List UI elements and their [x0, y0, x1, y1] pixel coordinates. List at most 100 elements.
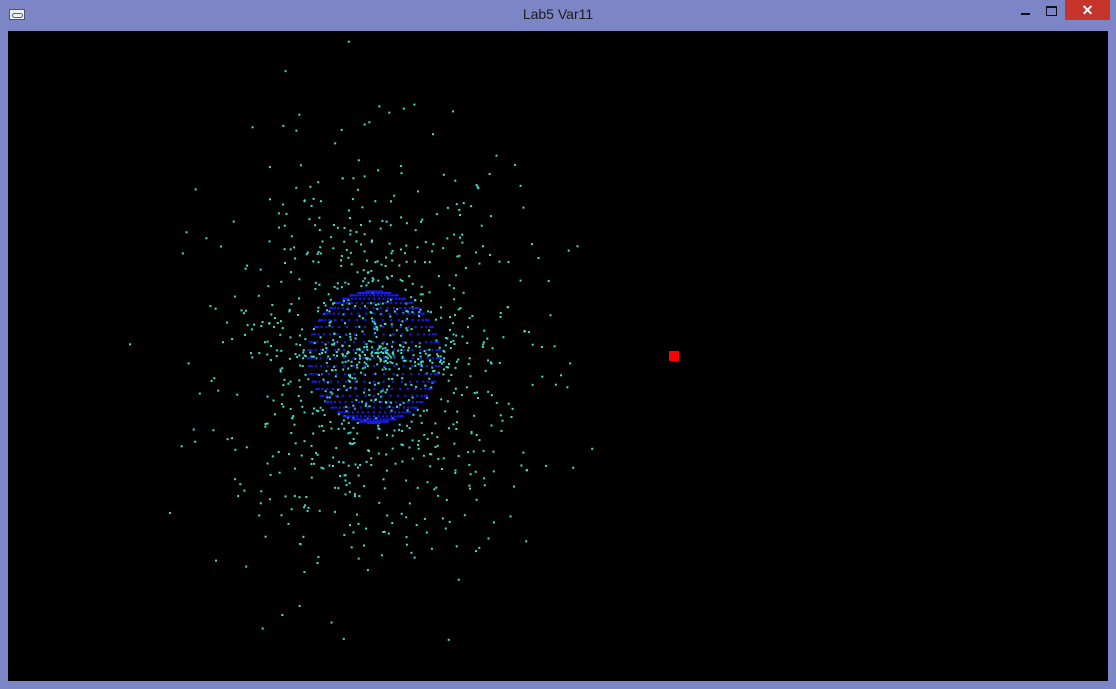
scatter-particle [455, 360, 458, 363]
scatter-particle [293, 246, 296, 249]
sphere-particle [385, 418, 388, 421]
sphere-particle [354, 380, 357, 383]
scatter-particle [475, 550, 477, 553]
sphere-particle [368, 297, 371, 300]
scatter-particle [385, 356, 388, 359]
scatter-particle [463, 514, 466, 517]
scatter-particle [399, 344, 402, 347]
scatter-particle [354, 337, 357, 340]
sphere-particle [345, 380, 348, 383]
sphere-particle [312, 373, 315, 376]
sphere-particle [314, 357, 317, 360]
sphere-particle [401, 401, 404, 403]
sphere-particle [416, 333, 419, 336]
scatter-particle [560, 374, 562, 377]
scatter-particle [232, 220, 235, 223]
scatter-particle [442, 373, 445, 376]
sphere-particle [342, 301, 345, 304]
sphere-particle [362, 341, 365, 344]
scatter-particle [334, 486, 337, 489]
scatter-particle [376, 355, 379, 358]
sphere-particle [419, 365, 422, 368]
sphere-particle [380, 294, 383, 297]
scatter-particle [356, 271, 359, 274]
close-button[interactable]: ✕ [1065, 0, 1110, 20]
maximize-button[interactable] [1038, 0, 1066, 22]
scatter-particle [234, 448, 237, 451]
scatter-particle [540, 345, 543, 348]
scatter-particle [260, 490, 263, 493]
scatter-particle [422, 409, 425, 412]
scatter-particle [317, 181, 320, 184]
scatter-particle [405, 309, 408, 312]
scatter-particle [482, 449, 485, 452]
scatter-particle [461, 335, 464, 338]
scatter-particle [222, 341, 224, 344]
scatter-particle [344, 355, 347, 358]
scatter-particle [405, 543, 408, 546]
scatter-particle [406, 409, 409, 412]
scatter-particle [282, 124, 285, 127]
title-bar[interactable]: Lab5 Var11 ✕ [0, 0, 1116, 30]
sphere-particle [361, 301, 364, 304]
scatter-particle [433, 488, 436, 491]
scatter-particle [452, 110, 454, 113]
scatter-particle [436, 436, 439, 439]
scatter-particle [299, 542, 302, 545]
scatter-particle [347, 282, 350, 285]
sphere-particle [334, 349, 337, 352]
scatter-particle [341, 177, 344, 180]
scatter-particle [298, 278, 301, 281]
scatter-particle [337, 487, 340, 490]
scatter-particle [414, 361, 416, 364]
scatter-particle [310, 391, 313, 394]
minimize-button[interactable] [1010, 0, 1038, 22]
scatter-particle [365, 357, 368, 360]
render-canvas[interactable] [8, 31, 1108, 681]
sphere-particle [337, 301, 339, 304]
scatter-particle [537, 257, 540, 259]
scatter-particle [348, 482, 351, 485]
scatter-particle [352, 531, 355, 534]
scatter-particle [363, 250, 366, 253]
scatter-particle [404, 252, 406, 255]
scatter-particle [414, 229, 417, 232]
scatter-particle [429, 359, 432, 362]
scatter-particle [303, 440, 306, 443]
scatter-particle [379, 360, 382, 363]
sphere-particle [338, 326, 341, 328]
scatter-particle [396, 405, 398, 408]
scatter-particle [192, 428, 195, 431]
scatter-particle [498, 260, 501, 263]
scatter-particle [402, 107, 405, 110]
scatter-particle [294, 442, 297, 445]
scatter-particle [348, 302, 351, 305]
scatter-particle [399, 323, 402, 326]
scatter-particle [319, 252, 322, 255]
scatter-particle [396, 308, 399, 311]
sphere-particle [419, 357, 422, 360]
scatter-particle [432, 243, 435, 246]
sphere-particle [404, 394, 407, 397]
scatter-particle [455, 428, 458, 430]
sphere-particle [368, 420, 371, 423]
scatter-particle [336, 287, 339, 290]
scatter-particle [356, 513, 359, 516]
sphere-particle [392, 294, 395, 297]
sphere-particle [414, 326, 417, 328]
scatter-particle [370, 269, 373, 272]
scatter-particle [384, 360, 387, 362]
scatter-particle [381, 554, 383, 557]
scatter-particle [385, 309, 388, 312]
scatter-particle [390, 356, 393, 359]
scatter-particle [440, 398, 443, 401]
scatter-particle [547, 280, 550, 283]
sphere-particle [379, 307, 382, 309]
scatter-particle [352, 404, 355, 407]
scatter-particle [329, 358, 331, 361]
scatter-particle [415, 524, 418, 527]
sphere-particle [392, 333, 395, 336]
scatter-particle [417, 363, 420, 365]
scatter-particle [388, 405, 391, 408]
sphere-particle [413, 406, 416, 409]
